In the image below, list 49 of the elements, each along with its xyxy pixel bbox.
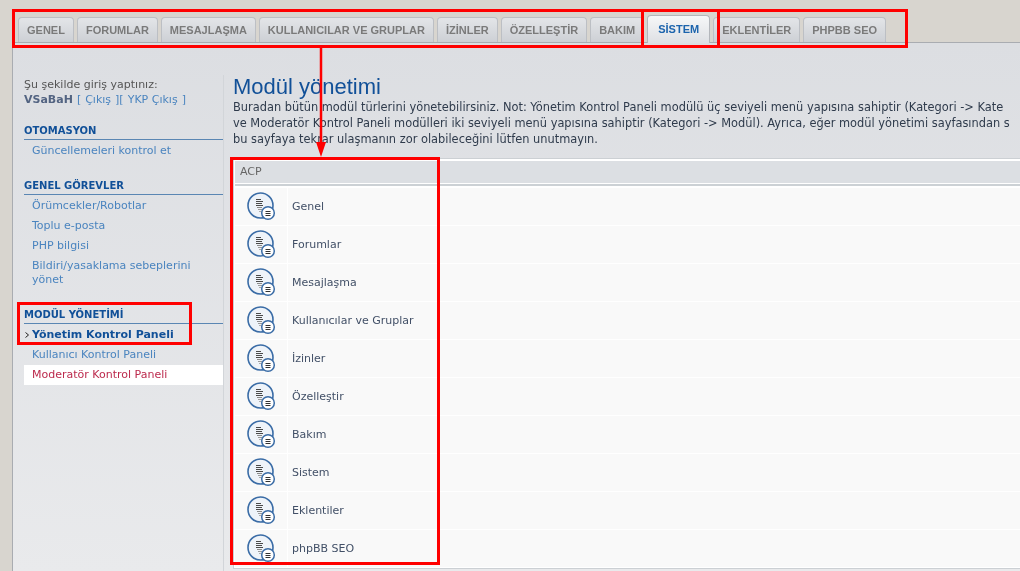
bracket-text: ] <box>181 92 186 107</box>
menu-item[interactable]: Güncellemeleri kontrol et <box>24 141 223 161</box>
nav-tab[interactable]: İZİNLER <box>436 17 498 42</box>
menu-item[interactable]: Moderatör Kontrol Paneli <box>24 365 223 385</box>
document-icon <box>246 192 276 221</box>
document-icon <box>246 306 276 335</box>
section-heading: MODÜL YÖNETİMİ <box>24 307 223 324</box>
table-header: ACP <box>235 161 1020 183</box>
chevron-icon <box>25 332 29 338</box>
nav-tab[interactable]: MESAJLAŞMA <box>160 17 256 42</box>
bracket-text: ][ <box>115 92 124 107</box>
module-link[interactable]: Özelleştir <box>288 389 344 404</box>
bracket-text: [ <box>76 92 82 107</box>
document-icon <box>246 496 276 525</box>
username: VSaBaH <box>24 92 73 107</box>
document-icon <box>246 268 276 297</box>
nav-tab[interactable]: ÖZELLEŞTİR <box>500 17 588 42</box>
document-icon <box>246 230 276 259</box>
module-link[interactable]: Bakım <box>288 427 327 442</box>
document-icon <box>246 344 276 373</box>
module-link[interactable]: Kullanıcılar ve Gruplar <box>288 313 414 328</box>
module-link[interactable]: Eklentiler <box>288 503 344 518</box>
nav-tab[interactable]: EKLENTİLER <box>713 17 801 42</box>
menu-item[interactable]: Bildiri/yasaklama sebeplerini yönet <box>24 256 223 290</box>
module-link[interactable]: Mesajlaşma <box>288 275 357 290</box>
document-icon <box>246 382 276 411</box>
module-link[interactable]: Forumlar <box>288 237 342 252</box>
menu-item[interactable]: PHP bilgisi <box>24 236 223 256</box>
document-icon <box>246 534 276 563</box>
section-heading: GENEL GÖREVLER <box>24 178 223 195</box>
login-label: Şu şekilde giriş yaptınız: <box>24 77 159 92</box>
module-link[interactable]: Genel <box>288 199 325 214</box>
menu-item[interactable]: Yönetim Kontrol Paneli <box>24 325 223 345</box>
document-icon <box>246 458 276 487</box>
nav-tab[interactable]: KULLANICILAR VE GRUPLAR <box>258 17 434 42</box>
nav-tab[interactable]: FORUMLAR <box>76 17 158 42</box>
nav-tab[interactable]: PHPBB SEO <box>803 17 887 42</box>
document-icon <box>246 420 276 449</box>
section-heading: OTOMASYON <box>24 123 223 140</box>
logout-link[interactable]: YKP Çıkış <box>127 92 178 107</box>
nav-tab[interactable]: SİSTEM <box>647 15 711 43</box>
menu-item[interactable]: Kullanıcı Kontrol Paneli <box>24 345 223 365</box>
nav-tab[interactable]: GENEL <box>18 17 74 42</box>
menu-item[interactable]: Örümcekler/Robotlar <box>24 196 223 216</box>
menu-item[interactable]: Toplu e-posta <box>24 216 223 236</box>
logout-link[interactable]: Çıkış <box>85 92 112 107</box>
module-link[interactable]: phpBB SEO <box>288 541 355 556</box>
module-link[interactable]: Sistem <box>288 465 330 480</box>
module-link[interactable]: İzinler <box>288 351 326 366</box>
